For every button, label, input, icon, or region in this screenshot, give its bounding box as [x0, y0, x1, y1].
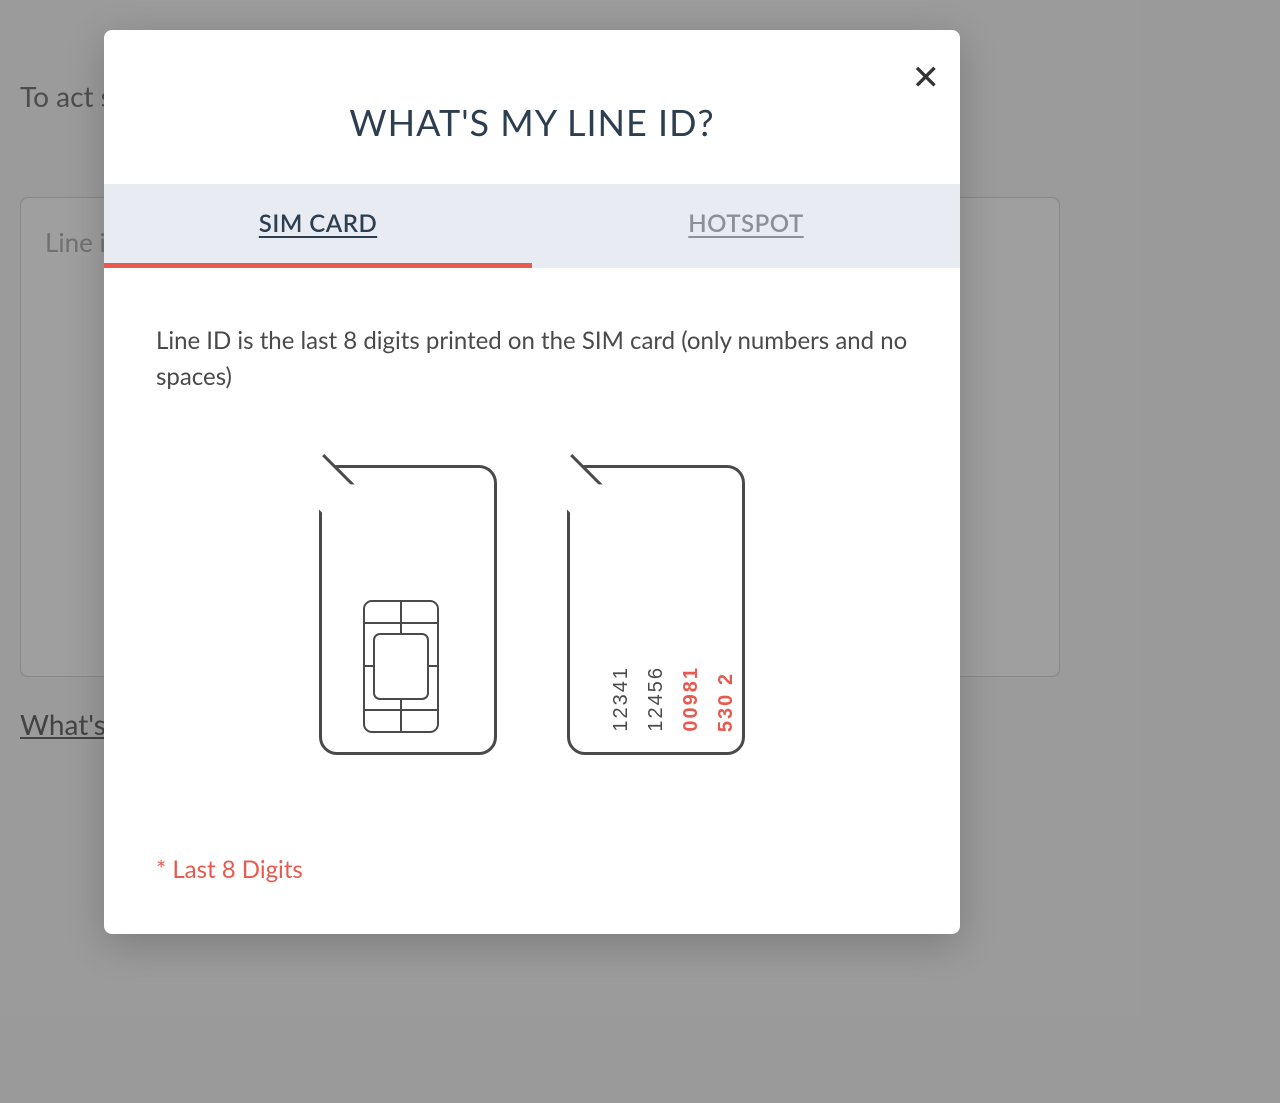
- tab-sim-card[interactable]: SIM CARD: [104, 184, 532, 268]
- line-id-modal: ✕ WHAT'S MY LINE ID? SIM CARD HOTSPOT Li…: [104, 30, 960, 934]
- sim-number-4-highlighted: 530 2: [715, 672, 738, 732]
- sim-number-1: 12341: [610, 666, 633, 732]
- sim-chip-icon: [362, 599, 440, 734]
- modal-body: Line ID is the last 8 digits printed on …: [104, 268, 960, 934]
- sim-card-back: 12341 12456 00981 530 2: [567, 465, 745, 755]
- close-icon[interactable]: ✕: [912, 60, 941, 94]
- last-8-digits-note: * Last 8 Digits: [156, 855, 908, 884]
- sim-card-front: [319, 465, 497, 755]
- tab-hotspot[interactable]: HOTSPOT: [532, 184, 960, 268]
- modal-header: WHAT'S MY LINE ID?: [104, 30, 960, 184]
- sim-diagram: 12341 12456 00981 530 2: [156, 465, 908, 755]
- modal-title: WHAT'S MY LINE ID?: [124, 100, 940, 144]
- modal-overlay[interactable]: ✕ WHAT'S MY LINE ID? SIM CARD HOTSPOT Li…: [0, 0, 1280, 1103]
- line-id-description: Line ID is the last 8 digits printed on …: [156, 323, 908, 395]
- sim-number-2: 12456: [645, 666, 668, 732]
- sim-number-3-highlighted: 00981: [680, 666, 703, 732]
- tab-bar: SIM CARD HOTSPOT: [104, 184, 960, 268]
- sim-numbers: 12341 12456 00981 530 2: [610, 666, 738, 732]
